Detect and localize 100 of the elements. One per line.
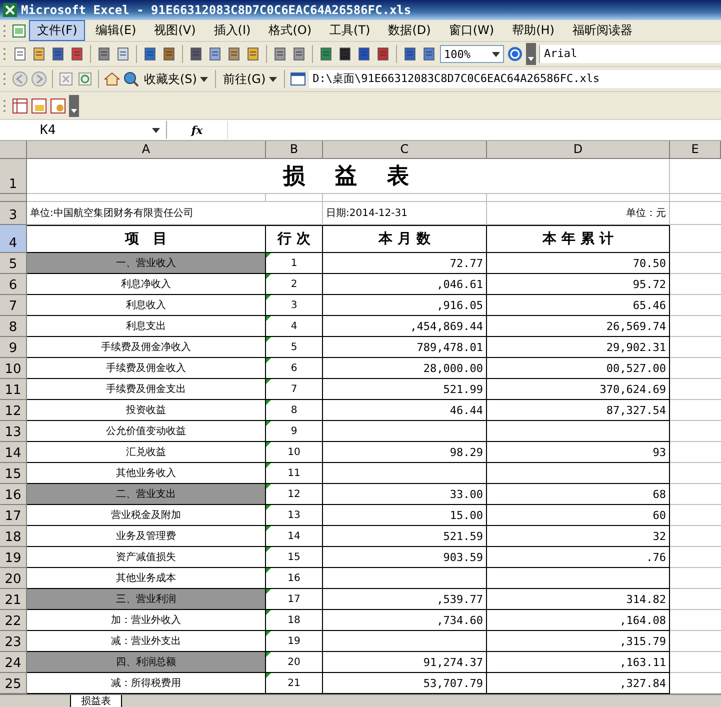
row-header[interactable]: 17 bbox=[0, 505, 27, 526]
row-header[interactable]: 19 bbox=[0, 547, 27, 568]
column-header[interactable]: A bbox=[27, 141, 266, 159]
item-cell: 资产减值损失 bbox=[27, 547, 266, 568]
select-all-corner[interactable] bbox=[0, 141, 27, 159]
home-icon[interactable] bbox=[104, 71, 120, 87]
settings-icon[interactable] bbox=[50, 98, 66, 114]
row-header[interactable]: 24 bbox=[0, 652, 27, 673]
line-number-cell: 15 bbox=[266, 547, 323, 568]
amount-cell: 903.59 bbox=[323, 547, 487, 568]
column-header[interactable]: E bbox=[670, 141, 721, 159]
currency-unit-label: 单位：元 bbox=[487, 202, 670, 225]
row-header[interactable]: 10 bbox=[0, 358, 27, 379]
line-number-cell: 7 bbox=[266, 379, 323, 400]
row-header[interactable]: 25 bbox=[0, 673, 27, 694]
excel-logo-icon bbox=[3, 3, 17, 17]
mail-icon[interactable] bbox=[31, 98, 47, 114]
amount-cell: ,734.60 bbox=[323, 610, 487, 631]
grip-icon[interactable] bbox=[3, 46, 6, 62]
grip-icon[interactable] bbox=[3, 71, 6, 87]
line-number-cell: 6 bbox=[266, 358, 323, 379]
globe-search-icon[interactable] bbox=[123, 71, 139, 87]
row-header[interactable]: 13 bbox=[0, 421, 27, 442]
address-field[interactable]: D:\桌面\91E66312083C8D7C0C6EAC64A26586FC.xls bbox=[308, 70, 721, 88]
help-icon[interactable] bbox=[507, 46, 523, 62]
line-number-cell: 19 bbox=[266, 631, 323, 652]
line-number-cell: 8 bbox=[266, 400, 323, 421]
item-cell: 手续费及佣金支出 bbox=[27, 379, 266, 400]
zoom-dropdown[interactable]: 100% bbox=[440, 45, 504, 63]
menu-item[interactable]: 插入(I) bbox=[206, 20, 259, 41]
document-icon[interactable] bbox=[11, 22, 27, 38]
row-header[interactable]: 4 bbox=[0, 225, 27, 253]
insert-function-button[interactable]: fx bbox=[167, 124, 227, 136]
grip-icon[interactable] bbox=[3, 22, 6, 38]
row-header[interactable]: 3 bbox=[0, 202, 27, 225]
row-header[interactable]: 14 bbox=[0, 442, 27, 463]
line-number-cell: 16 bbox=[266, 568, 323, 589]
amount-cell: 60 bbox=[487, 505, 670, 526]
menu-item[interactable]: 工具(T) bbox=[322, 20, 378, 41]
row-header[interactable]: 12 bbox=[0, 400, 27, 421]
column-heading: 项 目 bbox=[27, 225, 266, 253]
amount-cell: 370,624.69 bbox=[487, 379, 670, 400]
row-header[interactable]: 22 bbox=[0, 610, 27, 631]
menu-item[interactable]: 视图(V) bbox=[146, 20, 204, 41]
line-number-cell: 2 bbox=[266, 274, 323, 295]
column-header[interactable]: C bbox=[323, 141, 487, 159]
amount-cell: ,315.79 bbox=[487, 631, 670, 652]
amount-cell: 68 bbox=[487, 484, 670, 505]
menu-item[interactable]: 福昕阅读器 bbox=[564, 20, 640, 41]
row-header[interactable]: 11 bbox=[0, 379, 27, 400]
menu-item[interactable]: 数据(D) bbox=[380, 20, 439, 41]
row-header[interactable]: 9 bbox=[0, 337, 27, 358]
amount-cell: 521.59 bbox=[323, 526, 487, 547]
item-cell: 利息支出 bbox=[27, 316, 266, 337]
row-header[interactable]: 1 bbox=[0, 159, 27, 194]
item-cell: 二、营业支出 bbox=[27, 484, 266, 505]
item-cell: 利息收入 bbox=[27, 295, 266, 316]
row-header[interactable]: 18 bbox=[0, 526, 27, 547]
row-header[interactable]: 6 bbox=[0, 274, 27, 295]
column-heading: 本 年 累 计 bbox=[487, 225, 670, 253]
menu-item[interactable]: 窗口(W) bbox=[440, 20, 502, 41]
menu-item[interactable]: 格式(O) bbox=[260, 20, 320, 41]
item-cell: 加：营业外收入 bbox=[27, 610, 266, 631]
line-number-cell: 17 bbox=[266, 589, 323, 610]
amount-cell: 65.46 bbox=[487, 295, 670, 316]
column-heading: 本 月 数 bbox=[323, 225, 487, 253]
amount-cell: 15.00 bbox=[323, 505, 487, 526]
item-cell: 公允价值变动收益 bbox=[27, 421, 266, 442]
font-field[interactable]: Arial bbox=[539, 45, 721, 63]
column-header[interactable]: B bbox=[266, 141, 323, 159]
grip-icon[interactable] bbox=[3, 98, 6, 114]
caret-icon bbox=[492, 52, 500, 56]
favorites-button[interactable]: 收藏夹(S) bbox=[142, 70, 210, 88]
menu-item[interactable]: 帮助(H) bbox=[504, 20, 562, 41]
row-header[interactable]: 21 bbox=[0, 589, 27, 610]
sheet-tab[interactable]: 损益表 bbox=[70, 695, 122, 707]
new-document-icon[interactable] bbox=[12, 46, 28, 62]
line-number-cell: 14 bbox=[266, 526, 323, 547]
item-cell: 利息净收入 bbox=[27, 274, 266, 295]
row-header[interactable]: 5 bbox=[0, 253, 27, 274]
go-button[interactable]: 前往(G) bbox=[220, 70, 279, 88]
spreadsheet-icon[interactable] bbox=[12, 98, 28, 114]
row-header[interactable] bbox=[0, 194, 27, 202]
item-cell: 营业税金及附加 bbox=[27, 505, 266, 526]
toolbar-options-icon[interactable] bbox=[69, 94, 79, 116]
row-header[interactable]: 16 bbox=[0, 484, 27, 505]
menu-item[interactable]: 编辑(E) bbox=[87, 20, 144, 41]
menu-item[interactable]: 文件(F) bbox=[29, 20, 86, 41]
row-header[interactable]: 8 bbox=[0, 316, 27, 337]
toolbar-options-icon[interactable] bbox=[526, 43, 536, 65]
window-icon[interactable] bbox=[290, 71, 306, 87]
amount-cell: ,539.77 bbox=[323, 589, 487, 610]
caret-icon[interactable] bbox=[152, 128, 160, 132]
column-header[interactable]: D bbox=[487, 141, 670, 159]
row-header[interactable]: 15 bbox=[0, 463, 27, 484]
amount-cell: 28,000.00 bbox=[323, 358, 487, 379]
refresh-icon[interactable] bbox=[77, 71, 93, 87]
row-header[interactable]: 7 bbox=[0, 295, 27, 316]
row-header[interactable]: 20 bbox=[0, 568, 27, 589]
row-header[interactable]: 23 bbox=[0, 631, 27, 652]
